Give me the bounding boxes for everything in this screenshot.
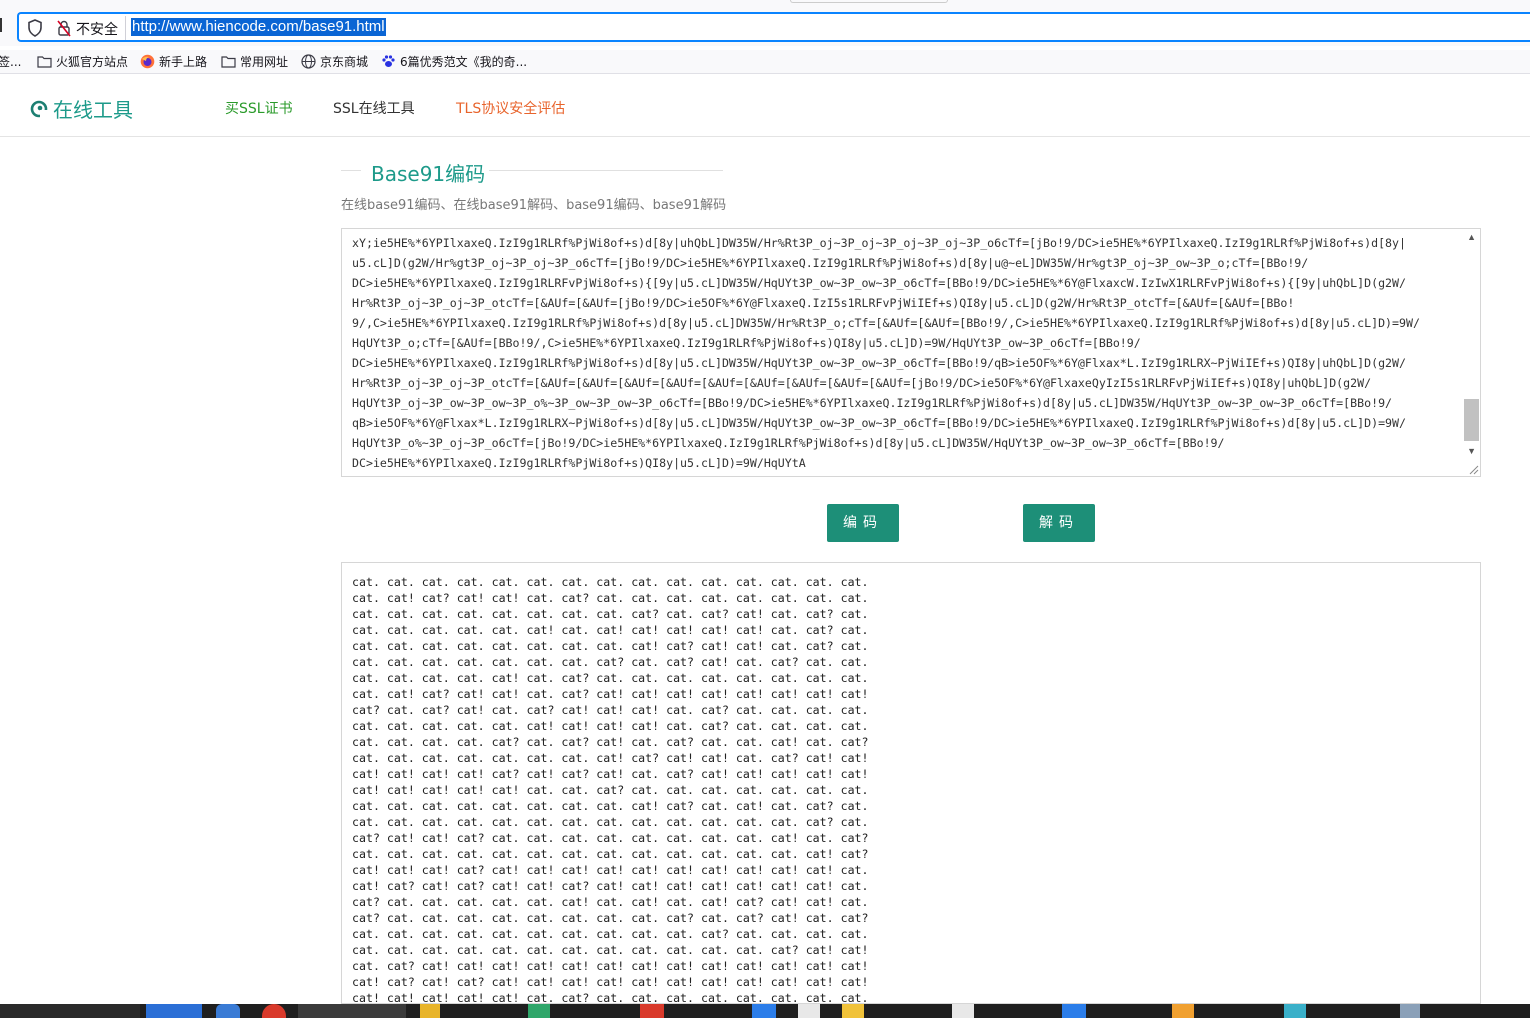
taskbar-app-icon[interactable]: [952, 1004, 974, 1018]
taskbar-app-icon[interactable]: [262, 1004, 286, 1018]
tab-strip-edge: [790, 0, 948, 3]
firefox-icon: [140, 54, 155, 69]
taskbar-app-icon[interactable]: [420, 1004, 440, 1018]
taskbar: [0, 1004, 1530, 1018]
scroll-up-icon[interactable]: ▲: [1467, 232, 1476, 242]
taskbar-app-icon[interactable]: [798, 1004, 820, 1018]
bookmark-item[interactable]: 签...: [0, 53, 21, 70]
insecure-lock-icon[interactable]: [56, 19, 72, 37]
bookmark-item[interactable]: 6篇优秀范文《我的奇...: [381, 53, 527, 70]
page-title: Base91编码: [371, 162, 486, 186]
page-subtitle: 在线base91编码、在线base91解码、base91编码、base91解码: [341, 198, 727, 213]
scrollbar[interactable]: ▲ ▼: [1462, 229, 1480, 476]
bookmark-label: 火狐官方站点: [56, 55, 129, 69]
bookmark-label: 签...: [0, 55, 22, 69]
input-textarea[interactable]: xY;ie5HE%*6YPIlxaxeQ.IzI9g1RLRf%PjWi8of+…: [341, 228, 1481, 477]
bookmark-item[interactable]: 京东商城: [301, 53, 368, 70]
taskbar-app-icon[interactable]: [1172, 1004, 1194, 1018]
window-edge: [0, 18, 4, 32]
input-text[interactable]: xY;ie5HE%*6YPIlxaxeQ.IzI9g1RLRf%PjWi8of+…: [352, 233, 1460, 473]
taskbar-item[interactable]: [0, 1004, 140, 1018]
bookmark-label: 京东商城: [320, 55, 369, 69]
nav-tls-assessment[interactable]: TLS协议安全评估: [456, 98, 565, 118]
title-divider: [341, 170, 361, 171]
taskbar-app-icon[interactable]: [528, 1004, 550, 1018]
taskbar-app-icon[interactable]: [1400, 1004, 1420, 1018]
taskbar-app-icon[interactable]: [1062, 1004, 1086, 1018]
decode-button[interactable]: 解码: [1023, 504, 1095, 542]
taskbar-item-active[interactable]: [146, 1004, 202, 1018]
nav-ssl-tools[interactable]: SSL在线工具: [333, 98, 415, 118]
bookmarks-toolbar: 签... 火狐官方站点 新手上路 常用网址 京东商城 6篇优秀范文《我的奇...: [0, 50, 1530, 74]
bookmark-item[interactable]: 常用网址: [221, 53, 288, 70]
title-divider: [489, 170, 723, 171]
taskbar-app-icon[interactable]: [752, 1004, 776, 1018]
address-bar[interactable]: 不安全 http://www.hiencode.com/base91.html: [17, 12, 1530, 42]
folder-icon: [37, 56, 52, 68]
resize-grip-icon[interactable]: [1467, 463, 1479, 475]
taskbar-app-icon[interactable]: [216, 1004, 240, 1018]
bookmark-item[interactable]: 火狐官方站点: [37, 53, 128, 70]
encode-button[interactable]: 编码: [827, 504, 899, 542]
bookmark-label: 6篇优秀范文《我的奇...: [400, 55, 528, 69]
browser-toolbar: 不安全 http://www.hiencode.com/base91.html: [0, 0, 1530, 46]
output-textarea[interactable]: cat. cat. cat. cat. cat. cat. cat. cat. …: [341, 562, 1481, 1004]
scroll-down-icon[interactable]: ▼: [1467, 446, 1476, 456]
taskbar-item[interactable]: [298, 1004, 406, 1018]
output-text[interactable]: cat. cat. cat. cat. cat. cat. cat. cat. …: [352, 574, 869, 1003]
nav-buy-ssl[interactable]: 买SSL证书: [225, 98, 293, 118]
scroll-thumb[interactable]: [1464, 399, 1479, 441]
site-logo[interactable]: 在线工具: [30, 94, 133, 123]
bookmark-label: 常用网址: [240, 55, 289, 69]
security-label[interactable]: 不安全: [76, 19, 118, 39]
section-title-row: Base91编码: [341, 155, 723, 186]
tracking-shield-icon[interactable]: [27, 19, 43, 37]
url-text[interactable]: http://www.hiencode.com/base91.html: [131, 18, 386, 36]
baidu-paw-icon: [382, 55, 395, 67]
url-separator: [125, 16, 126, 40]
taskbar-app-icon[interactable]: [1284, 1004, 1306, 1018]
logo-icon: [30, 100, 48, 118]
taskbar-app-icon[interactable]: [640, 1004, 664, 1018]
globe-icon: [301, 54, 316, 69]
taskbar-app-icon[interactable]: [842, 1004, 864, 1018]
bookmark-label: 新手上路: [159, 55, 208, 69]
folder-icon: [221, 56, 236, 68]
bookmark-item[interactable]: 新手上路: [140, 53, 207, 70]
logo-text: 在线工具: [53, 98, 133, 122]
site-header: 在线工具 买SSL证书 SSL在线工具 TLS协议安全评估: [0, 76, 1530, 137]
